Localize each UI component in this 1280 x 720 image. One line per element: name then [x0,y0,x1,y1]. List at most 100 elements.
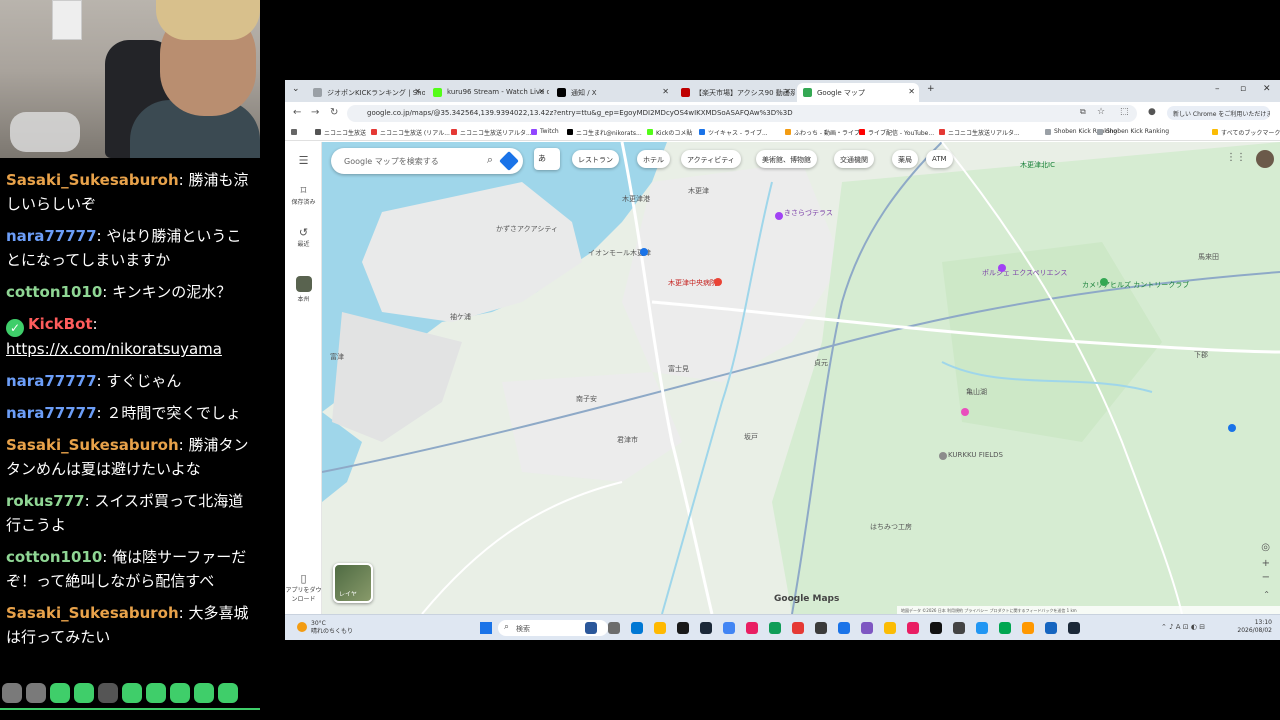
bookmark-item[interactable]: ニコニコ生放送 [315,128,366,137]
map-place-label[interactable]: KURKKU FIELDS [948,451,1003,459]
taskbar-app-icon[interactable] [953,622,965,634]
tab-close-icon[interactable]: ✕ [908,87,915,96]
category-chip[interactable]: アクティビティ [681,150,741,168]
extensions-icon[interactable]: ⬚ [1120,107,1129,117]
tab-search-icon[interactable]: ⌄ [292,84,300,94]
map-place-label[interactable]: 君津市 [617,435,638,445]
browser-tab[interactable]: kuru96 Stream - Watch Live on ✕ [427,83,549,102]
hospital-pin[interactable] [714,278,722,286]
chat-username[interactable]: nara77777 [6,227,97,245]
bookmark-item[interactable]: ニコニコ生放送リアルタ... [451,128,532,137]
category-chip[interactable]: レストラン [572,150,619,168]
tab-close-icon[interactable]: ✕ [784,87,791,96]
poi-pin[interactable] [1228,424,1236,432]
map-place-label[interactable]: はちみつ工房 [870,522,912,532]
taskbar-app-icon[interactable] [999,622,1011,634]
system-tray[interactable]: ⌃ ♪ A ⊡ ◐ ⊟ [1161,623,1205,631]
taskbar-app-icon[interactable] [631,622,643,634]
poi-pin[interactable] [998,264,1006,272]
chat-username[interactable]: cotton1010 [6,283,102,301]
tab-close-icon[interactable]: ✕ [662,87,669,96]
category-chip[interactable]: ホテル [637,150,670,168]
taskbar-app-icon[interactable] [884,622,896,634]
expand-icon[interactable]: ⌃ [1263,590,1270,599]
maps-search-input[interactable]: Google マップを検索する ⌕ [331,148,523,174]
bookmark-item[interactable]: Twitch [531,128,559,135]
close-window-button[interactable]: ✕ [1263,84,1271,94]
taskbar-app-icon[interactable] [746,622,758,634]
chat-username[interactable]: Sasaki_Sukesaburoh [6,171,179,189]
zoom-out-button[interactable]: − [1262,572,1270,583]
browser-tab[interactable]: 【楽天市場】アクシス90 動画系の商✕ [675,83,795,102]
taskbar-app-icon[interactable] [792,622,804,634]
browser-tab[interactable]: 通知 / X ✕ [551,83,673,102]
taskbar-app-icon[interactable] [907,622,919,634]
map-place-label[interactable]: かずさアクアシティ [496,224,558,234]
shopping-pin[interactable] [640,248,648,256]
chat-username[interactable]: Sasaki_Sukesaburoh [6,436,179,454]
chat-username[interactable]: cotton1010 [6,548,102,566]
taskbar-app-icon[interactable] [1045,622,1057,634]
taskbar-app-icon[interactable] [1022,622,1034,634]
map-place-label[interactable]: 馬来田 [1198,252,1219,262]
bookmark-item[interactable]: Kickのコメ貼 [647,128,692,137]
tab-close-icon[interactable]: ✕ [538,87,545,96]
category-chip[interactable]: 交通機関 [834,150,874,168]
taskbar-app-icon[interactable] [1068,622,1080,634]
clock[interactable]: 13:10 2026/08/02 [1237,619,1272,635]
menu-button[interactable]: ☰ [285,154,322,167]
browser-tab[interactable]: Google マップ ✕ [797,83,919,102]
map-place-label[interactable]: 貞元 [814,358,828,368]
taskbar-app-icon[interactable] [585,622,597,634]
forward-icon[interactable]: → [311,107,319,118]
tab-close-icon[interactable]: ✕ [414,87,421,96]
map-place-label[interactable]: 南子安 [576,394,597,404]
map-place-label[interactable]: 下郡 [1194,350,1208,360]
bookmark-item[interactable]: ニコニコ生放送 (リアル... [371,128,450,137]
reload-icon[interactable]: ↻ [330,107,338,118]
directions-icon[interactable] [499,151,519,171]
chat-link[interactable]: https://x.com/nikoratsuyama [6,340,222,358]
map-place-label[interactable]: 坂戸 [744,432,758,442]
taskbar-app-icon[interactable] [608,622,620,634]
bookmark-star-icon[interactable]: ☆ [1097,107,1105,117]
back-icon[interactable]: ← [293,107,301,118]
start-button[interactable] [480,622,492,634]
ime-chip[interactable]: あ [534,148,560,170]
url-input[interactable]: google.co.jp/maps/@35.342564,139.9394022… [347,105,1137,122]
weather-widget[interactable]: 30°C 晴れのちくもり [297,620,353,636]
search-icon[interactable]: ⌕ [487,153,493,167]
taskbar-app-icon[interactable] [677,622,689,634]
taskbar-app-icon[interactable] [723,622,735,634]
layers-button[interactable]: レイヤ [333,563,373,603]
taskbar-app-icon[interactable] [838,622,850,634]
chat-username[interactable]: rokus777 [6,492,85,510]
bookmark-item[interactable]: ニコニコ生放送リアルタ... [939,128,1020,137]
google-apps-icon[interactable]: ⋮⋮ [1226,152,1246,163]
map-place-label[interactable]: 袖ケ浦 [450,312,471,322]
taskbar-app-icon[interactable] [930,622,942,634]
chat-username[interactable]: KickBot [28,315,93,333]
taskbar-app-icon[interactable] [815,622,827,634]
map-canvas[interactable]: Google マップを検索する ⌕ あ レストラン ホテル アクティビティ 美術館、博… [322,142,1280,614]
minimize-button[interactable]: – [1215,84,1220,94]
taskbar-app-icon[interactable] [861,622,873,634]
recent-button[interactable]: ↺ 最近 [285,226,322,248]
map-place-label[interactable]: 亀山湖 [966,387,987,397]
bookmark-item[interactable]: ライブ配信 - YouTube... [859,128,934,137]
poi-pin[interactable] [775,212,783,220]
taskbar-app-icon[interactable] [654,622,666,634]
bookmark-item[interactable]: ツイキャス - ライブ... [699,128,768,137]
map-place-label[interactable]: 木更津 [688,186,709,196]
taskbar-app-icon[interactable] [769,622,781,634]
map-place-label[interactable]: ポルシェ エクスペリエンス [982,268,1067,278]
map-place-label[interactable]: 木更津港 [622,194,650,204]
golf-pin[interactable] [1100,278,1108,286]
chrome-update-banner[interactable]: 新しい Chrome をご利用いただけます [1167,106,1270,120]
map-place-label[interactable]: きさらづテラス [784,208,833,218]
chat-username[interactable]: nara77777 [6,372,97,390]
download-app-button[interactable]: ▯ アプリをダウンロード [285,572,322,603]
poi-pin[interactable] [961,408,969,416]
bookmark-item[interactable]: Shoben Kick Ranking [1097,128,1169,135]
map-place-label[interactable]: 富士見 [668,364,689,374]
